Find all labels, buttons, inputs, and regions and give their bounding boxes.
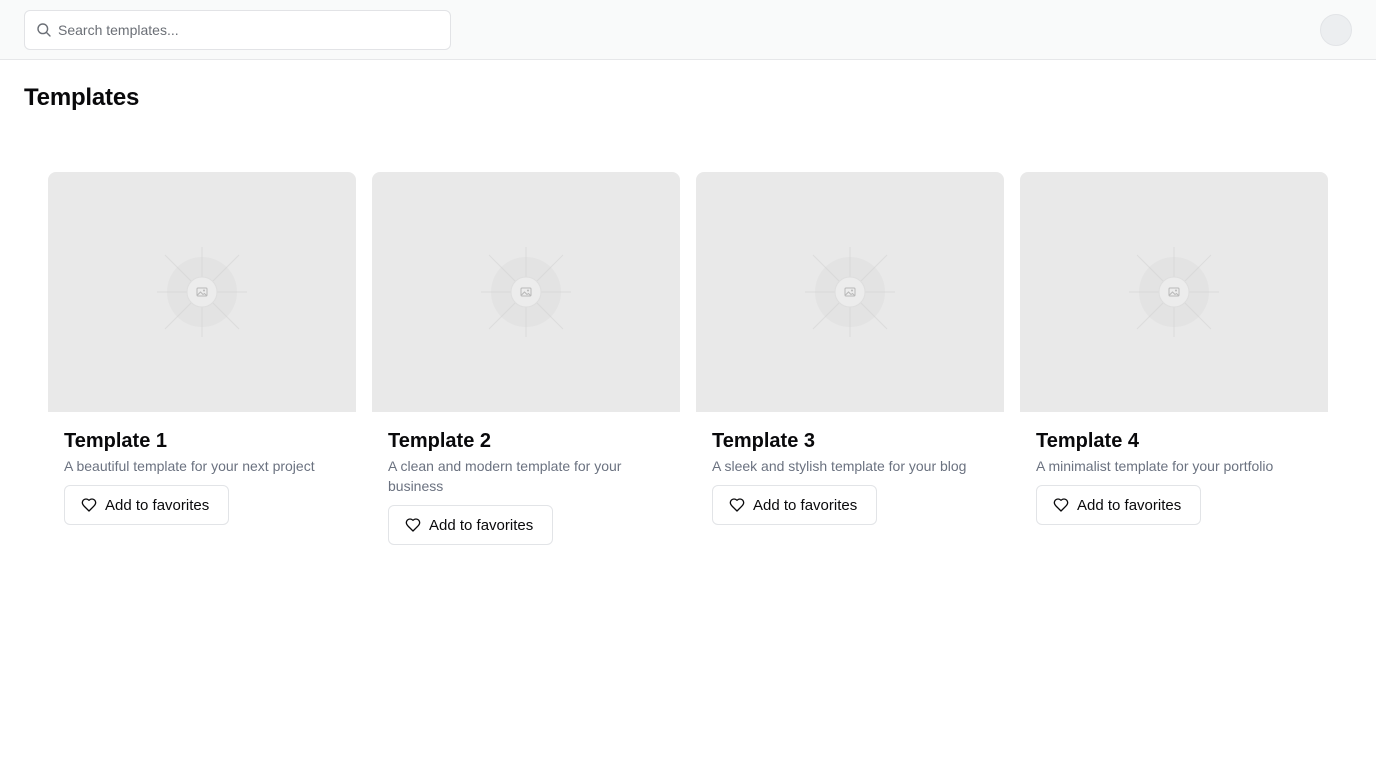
image-placeholder-icon: [805, 247, 895, 337]
template-thumbnail[interactable]: [1020, 172, 1328, 412]
template-thumbnail[interactable]: [48, 172, 356, 412]
add-to-favorites-label: Add to favorites: [753, 496, 858, 514]
template-card[interactable]: Template 4 A minimalist template for you…: [1020, 172, 1328, 552]
add-to-favorites-button[interactable]: Add to favorites: [64, 485, 229, 525]
template-card[interactable]: Template 1 A beautiful template for your…: [48, 172, 356, 552]
template-description: A minimalist template for your portfolio: [1036, 458, 1274, 474]
add-to-favorites-button[interactable]: Add to favorites: [388, 505, 553, 545]
template-card[interactable]: Template 2 A clean and modern template f…: [372, 172, 680, 552]
template-title: Template 2: [388, 430, 491, 452]
search-icon: [37, 23, 51, 37]
heart-icon: [729, 498, 745, 512]
template-thumbnail[interactable]: [372, 172, 680, 412]
template-description: A clean and modern template for your bus…: [388, 458, 622, 494]
add-to-favorites-label: Add to favorites: [1077, 496, 1182, 514]
template-description: A sleek and stylish template for your bl…: [712, 458, 967, 474]
image-placeholder-icon: [157, 247, 247, 337]
heart-icon: [81, 498, 97, 512]
template-title: Template 3: [712, 430, 815, 452]
search-box[interactable]: [24, 10, 451, 50]
template-title: Template 4: [1036, 430, 1139, 452]
image-placeholder-icon: [481, 247, 571, 337]
template-card[interactable]: Template 3 A sleek and stylish template …: [696, 172, 1004, 552]
search-input[interactable]: [58, 11, 443, 49]
top-bar: [0, 0, 1376, 60]
add-to-favorites-button[interactable]: Add to favorites: [1036, 485, 1201, 525]
add-to-favorites-label: Add to favorites: [105, 496, 210, 514]
heart-icon: [405, 518, 421, 532]
page-title: Templates: [24, 84, 140, 111]
add-to-favorites-button[interactable]: Add to favorites: [712, 485, 877, 525]
template-title: Template 1: [64, 430, 167, 452]
template-thumbnail[interactable]: [696, 172, 1004, 412]
heart-icon: [1053, 498, 1069, 512]
avatar[interactable]: [1320, 14, 1352, 46]
image-placeholder-icon: [1129, 247, 1219, 337]
template-description: A beautiful template for your next proje…: [64, 458, 315, 474]
add-to-favorites-label: Add to favorites: [429, 516, 534, 534]
